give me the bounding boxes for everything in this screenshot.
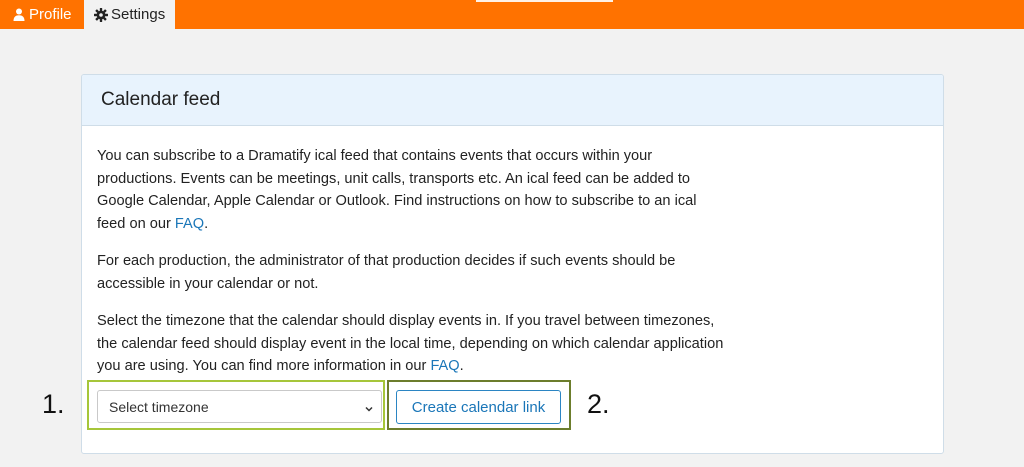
faq-link-timezone[interactable]: FAQ: [430, 358, 459, 374]
panel-header: Calendar feed: [82, 75, 943, 126]
tab-profile-label: Profile: [29, 6, 72, 23]
panel-body: You can subscribe to a Dramatify ical fe…: [97, 145, 727, 393]
user-icon: [12, 8, 26, 22]
timezone-select-value: Select timezone: [109, 398, 209, 415]
tab-settings[interactable]: Settings: [84, 0, 175, 29]
timezone-paragraph: Select the timezone that the calendar sh…: [97, 310, 727, 378]
intro-text-end: .: [204, 215, 209, 232]
tab-settings-label: Settings: [111, 6, 166, 23]
top-bar-indicator: [476, 0, 613, 2]
timezone-text: Select the timezone that the calendar sh…: [97, 313, 724, 374]
gear-icon: [94, 7, 108, 22]
step-1-label: 1.: [42, 389, 65, 419]
create-calendar-link-button[interactable]: Create calendar link: [396, 390, 561, 424]
panel-title: Calendar feed: [101, 89, 221, 110]
step-2-label: 2.: [587, 389, 610, 419]
tab-profile[interactable]: Profile: [0, 0, 82, 29]
admin-paragraph: For each production, the administrator o…: [97, 253, 676, 292]
timezone-select[interactable]: Select timezone: [97, 390, 382, 423]
intro-paragraph: You can subscribe to a Dramatify ical fe…: [97, 145, 727, 235]
faq-link[interactable]: FAQ: [175, 216, 204, 232]
top-navigation-bar: Profile Settings: [0, 0, 1024, 29]
timezone-text-end: .: [459, 358, 464, 374]
chevron-down-icon: [364, 401, 374, 412]
